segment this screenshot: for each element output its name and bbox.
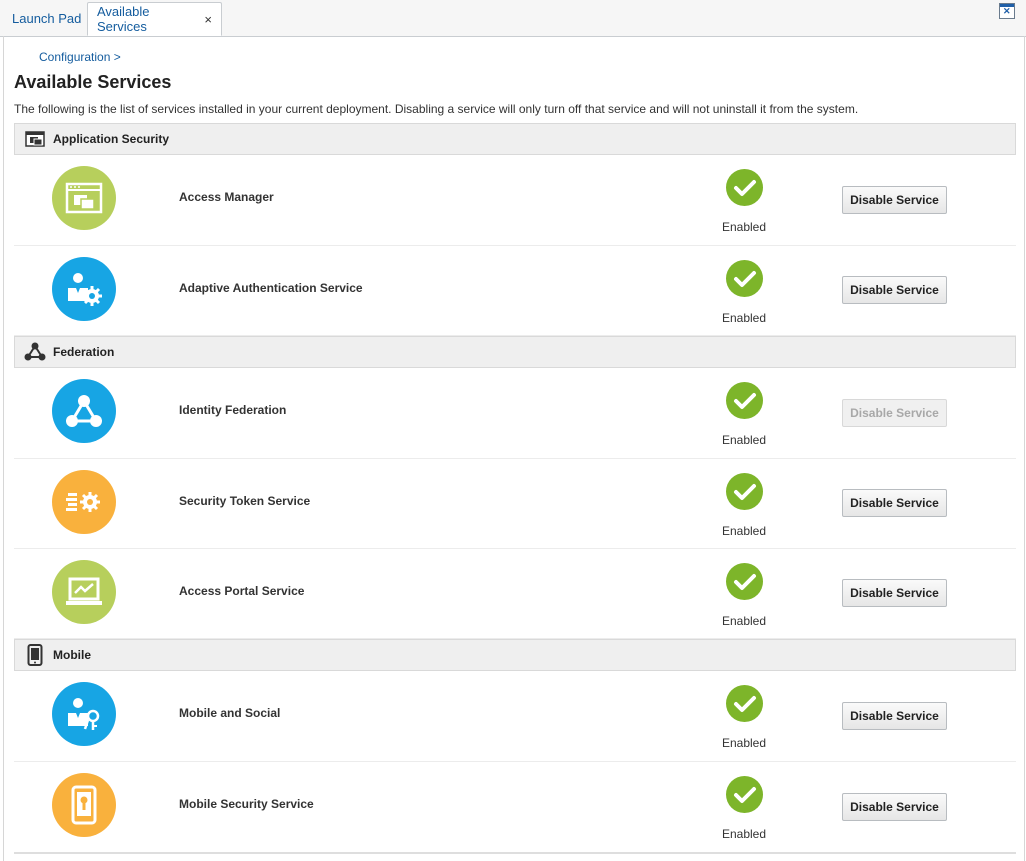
tab-launch-pad[interactable]: Launch Pad	[3, 2, 90, 35]
close-tab-icon[interactable]: ×	[204, 12, 212, 27]
status-label: Enabled	[721, 614, 767, 628]
section-label: Mobile	[53, 648, 91, 662]
tab-bar: Launch Pad Available Services ×	[0, 0, 1026, 37]
service-name: Security Token Service	[179, 494, 311, 508]
tab-label: Launch Pad	[12, 11, 82, 26]
disable-service-button[interactable]: Disable Service	[842, 399, 947, 427]
phone-lock-icon	[52, 773, 116, 837]
section-label: Application Security	[53, 132, 170, 146]
access-manager-icon	[52, 166, 116, 230]
windows-icon	[24, 129, 46, 149]
service-row: Access Manager Enabled Disable Service	[14, 155, 1016, 246]
status-label: Enabled	[721, 524, 767, 538]
service-name: Access Manager	[179, 190, 274, 204]
mobile-icon	[24, 644, 46, 666]
checkmark-icon	[726, 685, 763, 722]
service-row: Mobile Security Service Enabled Disable …	[14, 762, 1016, 854]
service-name: Access Portal Service	[179, 584, 305, 598]
section-federation: Federation	[14, 336, 1016, 368]
service-row: Mobile and Social Enabled Disable Servic…	[14, 671, 1016, 762]
service-row: Identity Federation Enabled Disable Serv…	[14, 368, 1016, 459]
status-label: Enabled	[721, 827, 767, 841]
disable-service-button[interactable]: Disable Service	[842, 489, 947, 517]
laptop-icon	[52, 560, 116, 624]
service-name: Identity Federation	[179, 403, 287, 417]
token-gear-icon	[52, 470, 116, 534]
status-label: Enabled	[721, 311, 767, 325]
status-label: Enabled	[721, 220, 767, 234]
status-label: Enabled	[721, 433, 767, 447]
page-description: The following is the list of services in…	[14, 102, 859, 116]
disable-service-button[interactable]: Disable Service	[842, 186, 947, 214]
network-icon	[24, 342, 46, 362]
disable-service-button[interactable]: Disable Service	[842, 276, 947, 304]
tab-label: Available Services	[97, 4, 150, 34]
page-title: Available Services	[14, 72, 172, 92]
section-mobile: Mobile	[14, 639, 1016, 671]
service-row: Access Portal Service Enabled Disable Se…	[14, 549, 1016, 639]
user-gear-icon	[52, 257, 116, 321]
section-label: Federation	[53, 345, 115, 359]
federation-icon	[52, 379, 116, 443]
checkmark-icon	[726, 382, 763, 419]
disable-service-button[interactable]: Disable Service	[842, 793, 947, 821]
disable-service-button[interactable]: Disable Service	[842, 702, 947, 730]
checkmark-icon	[726, 563, 763, 600]
user-key-icon	[52, 682, 116, 746]
service-row: Security Token Service Enabled Disable S…	[14, 459, 1016, 549]
status-label: Enabled	[721, 736, 767, 750]
checkmark-icon	[726, 473, 763, 510]
disable-service-button[interactable]: Disable Service	[842, 579, 947, 607]
close-window-icon[interactable]	[999, 3, 1015, 19]
checkmark-icon	[726, 169, 763, 206]
checkmark-icon	[726, 260, 763, 297]
checkmark-icon	[726, 776, 763, 813]
section-application-security: Application Security	[14, 123, 1016, 155]
service-name: Adaptive Authentication Service	[179, 281, 363, 295]
tab-available-services[interactable]: Available Services ×	[87, 2, 222, 36]
service-row: Adaptive Authentication Service Enabled …	[14, 246, 1016, 336]
service-name: Mobile and Social	[179, 706, 281, 720]
service-name: Mobile Security Service	[179, 797, 314, 811]
breadcrumb[interactable]: Configuration >	[39, 50, 121, 64]
